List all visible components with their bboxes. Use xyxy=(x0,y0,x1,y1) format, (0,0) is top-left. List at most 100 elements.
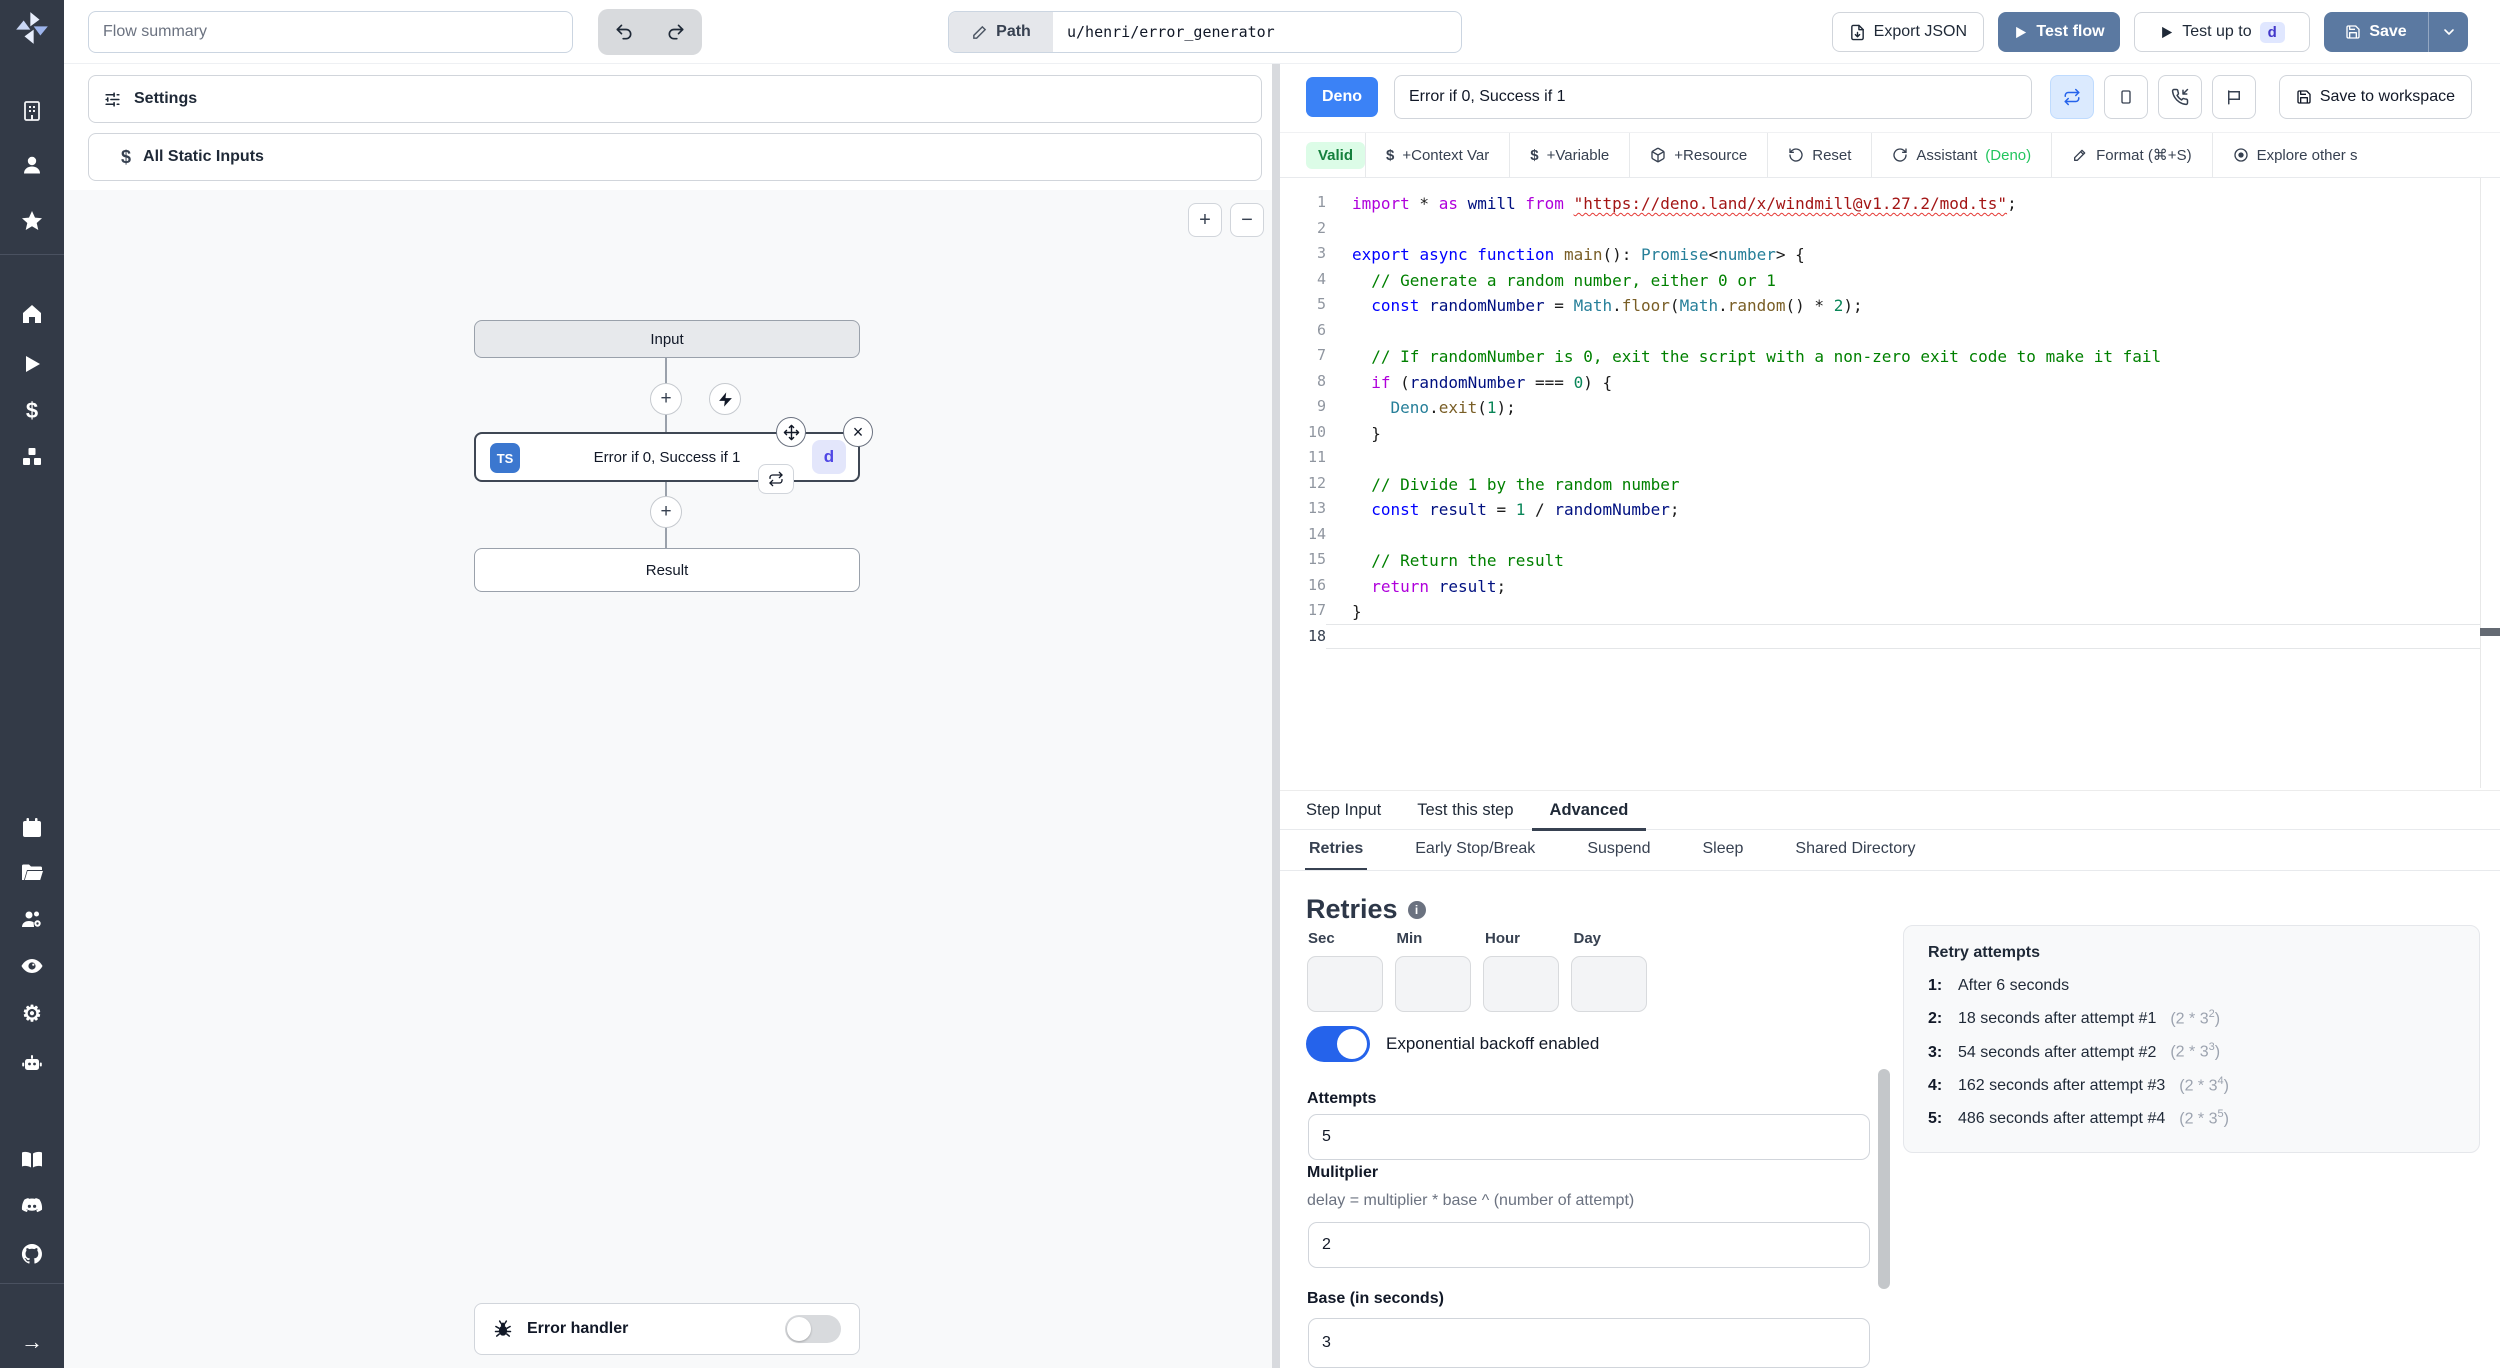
settings-row[interactable]: Settings xyxy=(88,75,1262,123)
zoom-out-button[interactable]: − xyxy=(1230,203,1264,237)
code-line[interactable]: 2 xyxy=(1280,216,2500,242)
folders-icon[interactable] xyxy=(20,861,44,885)
constant-retry-input-hour[interactable] xyxy=(1483,956,1559,1012)
code-line[interactable]: 15 // Return the result xyxy=(1280,547,2500,573)
code-line[interactable]: 7 // If randomNumber is 0, exit the scri… xyxy=(1280,343,2500,369)
code-line[interactable]: 18 xyxy=(1280,623,2500,649)
save-to-workspace-button[interactable]: Save to workspace xyxy=(2278,75,2472,119)
save-dropdown-button[interactable] xyxy=(2428,12,2468,52)
error-handler-label: Error handler xyxy=(527,1320,629,1337)
docs-book-icon[interactable] xyxy=(20,1148,44,1172)
result-node[interactable]: Result xyxy=(474,548,860,592)
constant-retry-input-min[interactable] xyxy=(1395,956,1471,1012)
trigger-button[interactable] xyxy=(709,383,741,415)
flow-canvas[interactable]: + − Input + TS Error if 0, Success if 1 … xyxy=(64,190,1272,1368)
resources-boxes-icon[interactable] xyxy=(20,445,44,469)
save-button[interactable]: Save xyxy=(2324,12,2428,52)
groups-icon[interactable] xyxy=(20,907,44,931)
favorites-star-icon[interactable] xyxy=(20,209,44,233)
reset-button[interactable]: Reset xyxy=(1767,133,1871,177)
path-input[interactable]: u/henri/error_generator xyxy=(1053,12,1461,52)
code-line[interactable]: 9 Deno.exit(1); xyxy=(1280,394,2500,420)
code-line[interactable]: 16 return result; xyxy=(1280,573,2500,599)
explore-scripts-button[interactable]: Explore other s xyxy=(2211,133,2378,177)
redo-button[interactable] xyxy=(650,9,702,55)
code-line[interactable]: 10 } xyxy=(1280,420,2500,446)
code-line[interactable]: 12 // Divide 1 by the random number xyxy=(1280,471,2500,497)
step-name-input[interactable]: Error if 0, Success if 1 xyxy=(1394,75,2032,119)
format-button[interactable]: Format (⌘+S) xyxy=(2051,133,2211,177)
info-icon[interactable]: i xyxy=(1407,900,1426,919)
delete-step-button[interactable]: × xyxy=(843,417,873,447)
subtab-early-stop[interactable]: Early Stop/Break xyxy=(1411,831,1539,871)
home-icon[interactable] xyxy=(20,302,44,326)
editor-scrollbar[interactable] xyxy=(2480,178,2500,788)
code-line[interactable]: 8 if (randomNumber === 0) { xyxy=(1280,369,2500,395)
input-node[interactable]: Input xyxy=(474,320,860,358)
tab-advanced[interactable]: Advanced xyxy=(1531,791,1647,831)
code-editor[interactable]: 1 import * as wmill from "https://deno.la… xyxy=(1280,178,2500,788)
code-line[interactable]: 17} xyxy=(1280,598,2500,624)
retries-scrollbar-thumb[interactable] xyxy=(1878,1069,1890,1289)
code-line[interactable]: 13 const result = 1 / randomNumber; xyxy=(1280,496,2500,522)
tab-test-this-step[interactable]: Test this step xyxy=(1399,791,1531,831)
export-json-button[interactable]: Export JSON xyxy=(1831,12,1984,52)
add-resource-button[interactable]: +Resource xyxy=(1629,133,1767,177)
subtab-suspend[interactable]: Suspend xyxy=(1583,831,1654,871)
assistant-button[interactable]: Assistant (Deno) xyxy=(1871,133,2051,177)
sleep-flag-button[interactable] xyxy=(2212,75,2256,119)
retry-indicator-button[interactable] xyxy=(758,464,794,494)
code-line[interactable]: 11 xyxy=(1280,445,2500,471)
step-id-badge: d xyxy=(812,440,846,474)
code-line[interactable]: 1 import * as wmill from "https://deno.la… xyxy=(1280,190,2500,216)
stop-after-button[interactable] xyxy=(2104,75,2148,119)
audit-eye-icon[interactable] xyxy=(20,954,44,978)
constant-retry-input-day[interactable] xyxy=(1571,956,1647,1012)
subtab-retries[interactable]: Retries xyxy=(1305,831,1368,871)
code-line[interactable]: 3 export async function main(): Promise<n… xyxy=(1280,241,2500,267)
windmill-logo[interactable] xyxy=(12,8,52,48)
error-handler-node[interactable]: Error handler xyxy=(474,1303,860,1355)
add-context-var-button[interactable]: $ +Context Var xyxy=(1365,133,1509,177)
attempts-input[interactable]: 5 xyxy=(1308,1114,1870,1160)
line-number: 16 xyxy=(1307,575,1326,594)
constant-retry-input-sec[interactable] xyxy=(1307,956,1383,1012)
tab-step-input[interactable]: Step Input xyxy=(1288,791,1399,831)
workers-bot-icon[interactable] xyxy=(20,1051,44,1075)
settings-gear-icon[interactable]: ⚙ xyxy=(20,1002,44,1026)
add-step-button[interactable]: + xyxy=(650,496,682,528)
error-handler-toggle[interactable] xyxy=(785,1315,841,1343)
variables-dollar-icon[interactable]: $ xyxy=(20,399,44,423)
zoom-in-button[interactable]: + xyxy=(1188,203,1222,237)
code-line[interactable]: 6 xyxy=(1280,318,2500,344)
add-step-button[interactable]: + xyxy=(650,383,682,415)
flow-summary-input[interactable]: Flow summary xyxy=(88,11,573,53)
subtab-sleep[interactable]: Sleep xyxy=(1698,831,1747,871)
base-input[interactable]: 3 xyxy=(1308,1318,1870,1368)
multiplier-input[interactable]: 2 xyxy=(1308,1222,1870,1268)
runs-play-icon[interactable] xyxy=(20,352,44,376)
code-line[interactable]: 4 // Generate a random number, either 0 … xyxy=(1280,267,2500,293)
all-static-inputs-row[interactable]: $ All Static Inputs xyxy=(88,133,1262,181)
suspend-phone-button[interactable] xyxy=(2158,75,2202,119)
move-step-button[interactable] xyxy=(776,417,806,447)
workspace-icon[interactable] xyxy=(20,99,44,123)
panel-resize-handle[interactable] xyxy=(1272,64,1280,1368)
code-line[interactable]: 14 xyxy=(1280,522,2500,548)
code-line[interactable]: 5 const randomNumber = Math.floor(Math.r… xyxy=(1280,292,2500,318)
flow-panel: Settings $ All Static Inputs + − Input +… xyxy=(64,64,1272,1368)
retry-settings-button[interactable] xyxy=(2050,75,2094,119)
github-icon[interactable] xyxy=(20,1242,44,1266)
discord-icon[interactable] xyxy=(20,1194,44,1218)
user-icon[interactable] xyxy=(20,153,44,177)
test-up-to-button[interactable]: Test up to d xyxy=(2134,12,2310,52)
schedules-calendar-icon[interactable] xyxy=(20,816,44,840)
code-line-text: // Return the result xyxy=(1371,551,1564,570)
test-flow-button[interactable]: Test flow xyxy=(1998,12,2120,52)
exponential-backoff-toggle[interactable] xyxy=(1306,1026,1370,1062)
add-variable-button[interactable]: $ +Variable xyxy=(1509,133,1629,177)
subtab-shared-directory[interactable]: Shared Directory xyxy=(1791,831,1919,871)
expand-arrow-icon[interactable]: → xyxy=(20,1330,44,1354)
undo-button[interactable] xyxy=(598,9,650,55)
